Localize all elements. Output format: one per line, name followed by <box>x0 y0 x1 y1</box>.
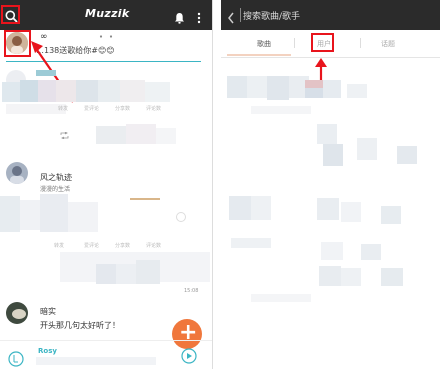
highlight-search-box <box>1 5 20 24</box>
blurred-search-results <box>221 62 440 369</box>
active-tab-indicator <box>227 54 291 56</box>
blurred-post-content: 转发 爱评论 分享数 评论数 15:08 <box>0 190 212 294</box>
play-button-icon[interactable] <box>181 348 197 364</box>
search-bar: 搜索歌曲/歌手 <box>221 0 440 30</box>
action-label: 转发 <box>54 243 65 249</box>
avatar[interactable] <box>6 162 28 184</box>
action-label: 分享数 <box>115 106 131 112</box>
action-label: 爱评论 <box>84 106 100 112</box>
search-tabs: 歌曲 用户 话题 <box>221 30 440 58</box>
page-dots <box>98 23 114 38</box>
tab-songs[interactable]: 歌曲 <box>257 39 271 49</box>
back-arrow-icon[interactable] <box>227 9 235 24</box>
tab-divider <box>360 38 361 48</box>
username[interactable]: 风之轨迹 <box>40 172 72 183</box>
screenshot-root: Muzzik ∞ …138送歌给你#😊😊 转发 爱评论 分享数 评论数 风之轨迹… <box>0 0 448 369</box>
more-menu-icon[interactable] <box>197 9 201 24</box>
play-icon[interactable] <box>8 351 24 367</box>
app-title: Muzzik <box>85 7 130 20</box>
feed-screen: Muzzik ∞ …138送歌给你#😊😊 转发 爱评论 分享数 评论数 风之轨迹… <box>0 0 213 369</box>
action-label: 爱评论 <box>84 243 100 249</box>
username[interactable]: 暗实 <box>40 306 56 317</box>
action-label: 分享数 <box>115 243 131 249</box>
action-label: 评论数 <box>146 243 162 249</box>
action-label: 评论数 <box>146 106 162 112</box>
search-screen: 搜索歌曲/歌手 歌曲 用户 话题 <box>221 0 440 369</box>
divider <box>0 340 212 341</box>
search-input[interactable]: 搜索歌曲/歌手 <box>243 9 300 22</box>
bell-icon[interactable] <box>174 9 185 24</box>
tab-topics[interactable]: 话题 <box>381 39 395 49</box>
tab-divider <box>294 38 295 48</box>
highlight-users-tab-box <box>311 33 334 52</box>
avatar[interactable] <box>6 302 28 324</box>
feed-item[interactable]: Rosy <box>0 343 212 369</box>
action-label: 转发 <box>58 106 69 112</box>
top-bar: Muzzik <box>0 0 212 38</box>
username[interactable]: Rosy <box>38 347 57 355</box>
search-field-divider <box>240 8 241 22</box>
blurred-post-content: 转发 爱评论 分享数 评论数 <box>0 66 212 146</box>
highlight-avatar-box <box>4 30 31 57</box>
post-text: 开头那几句太好听了！ <box>40 321 120 330</box>
repost-icon[interactable] <box>60 124 69 140</box>
post-timestamp: 15:08 <box>184 288 199 294</box>
